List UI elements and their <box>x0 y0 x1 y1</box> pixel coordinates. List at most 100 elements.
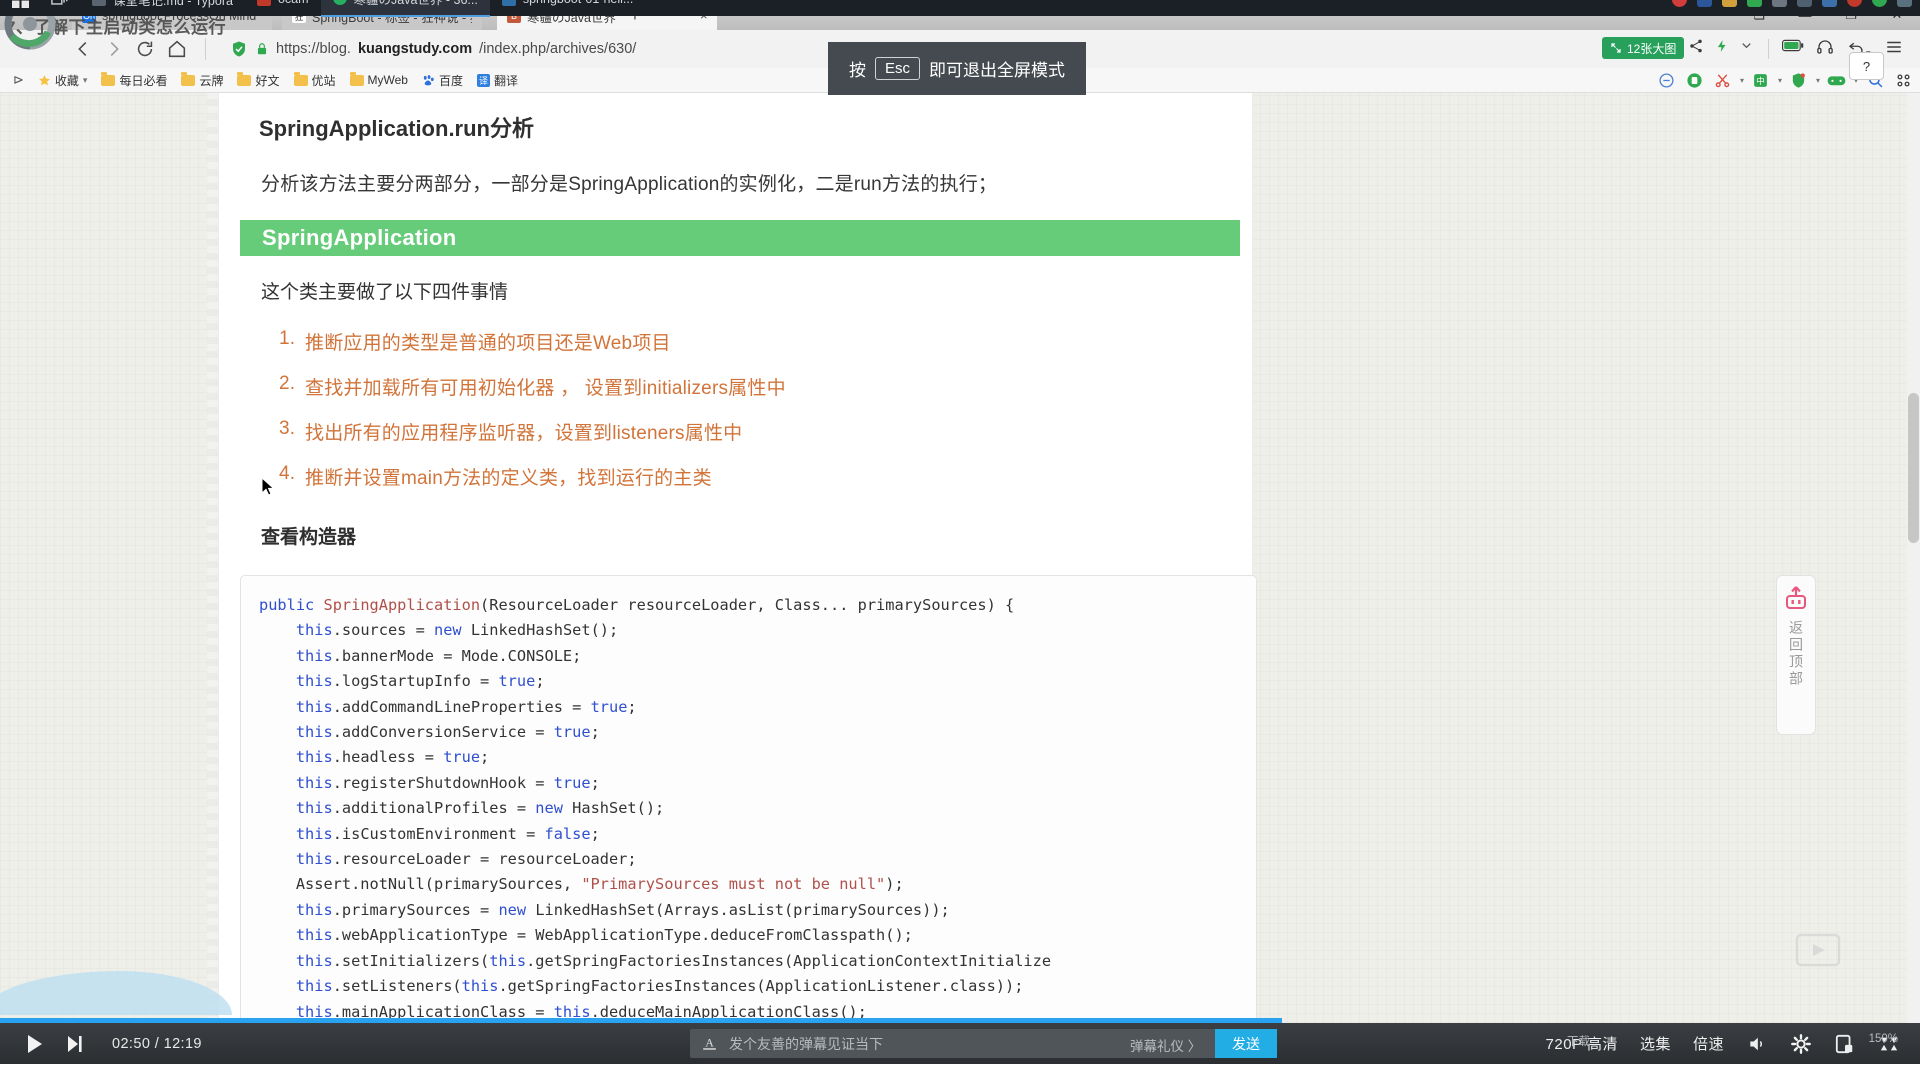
back-to-top-button[interactable]: 返回顶部 <box>1776 575 1816 735</box>
bilibili-up-arrow-icon <box>1784 586 1808 612</box>
game-icon[interactable] <box>1826 70 1848 91</box>
bookmark-item-haowen[interactable]: 好文 <box>230 70 286 91</box>
battery-icon[interactable] <box>1782 38 1804 53</box>
grid-apps-icon[interactable] <box>1892 70 1914 91</box>
capture-pages-button[interactable]: 12张大图 <box>1602 37 1684 59</box>
section-banner: SpringApplication <box>240 220 1240 256</box>
widescreen-icon[interactable] <box>1834 1034 1856 1054</box>
word-icon[interactable] <box>1697 0 1712 7</box>
folder-icon <box>294 75 308 86</box>
section-banner-label: SpringApplication <box>240 225 457 251</box>
hamburger-menu-icon[interactable] <box>1884 38 1904 56</box>
task-view-icon[interactable] <box>40 0 80 16</box>
idea-icon <box>502 0 516 6</box>
pdf-icon[interactable] <box>1847 0 1862 7</box>
minus-circle-icon[interactable] <box>1656 70 1678 91</box>
shield-green-icon[interactable] <box>1684 70 1706 91</box>
gear-icon[interactable] <box>1790 1033 1812 1055</box>
list-item: 查找并加载所有可用初始化器 ， 设置到initializers属性中 <box>279 373 1252 418</box>
home-icon[interactable] <box>166 38 188 60</box>
episode-list-button[interactable]: 选集 <box>1640 1033 1671 1054</box>
bookmark-item-yunpai[interactable]: 云牌 <box>174 70 230 91</box>
taskbar-item-browser[interactable]: 寒疆のJava世界 - 36... <box>321 0 490 17</box>
feature-list: 推断应用的类型是普通的项目还是Web项目 查找并加载所有可用初始化器 ， 设置到… <box>219 328 1252 508</box>
lightning-icon[interactable] <box>1715 38 1729 54</box>
windows-taskbar: 课堂笔记.md - Typora ocam 寒疆のJava世界 - 36... … <box>0 0 1920 16</box>
ime-icon[interactable] <box>1822 0 1837 7</box>
bookmark-item-daily[interactable]: 每日必看 <box>94 70 174 91</box>
scrollbar-thumb[interactable] <box>1908 393 1919 543</box>
url-prefix: https://blog. <box>276 41 351 57</box>
back-icon[interactable] <box>72 38 94 60</box>
chevron-up-icon[interactable]: ⌃ <box>1654 0 1662 5</box>
headphone-icon[interactable] <box>1816 38 1834 56</box>
taskbar-item-label: springboot-01-hell... <box>523 0 633 6</box>
snip-icon[interactable] <box>1722 0 1737 7</box>
video-player-controls: 02:50 / 12:19 A 发个友善的弹幕见证当下 弹幕礼仪 〉 发送 72… <box>0 1023 1920 1064</box>
volume-icon[interactable] <box>1772 0 1787 7</box>
list-item: 推断并设置main方法的定义类，找到运行的主类 <box>279 463 1252 508</box>
browser-window: On springboot ProcessOn Mind 狂 SpringBoo… <box>0 0 1920 1080</box>
bookmark-label: 优站 <box>312 72 336 89</box>
danmaku-etiquette-link[interactable]: 弹幕礼仪 〉 <box>1130 1035 1201 1055</box>
reload-icon[interactable] <box>134 38 156 60</box>
opera-icon[interactable] <box>1672 0 1687 7</box>
svg-text:A: A <box>705 1036 714 1050</box>
play-button[interactable] <box>22 1031 48 1057</box>
vertical-scrollbar[interactable] <box>1907 93 1920 1023</box>
clock-green-icon[interactable] <box>1872 0 1887 7</box>
zoom-level-label: 150% <box>1869 1033 1898 1045</box>
url-host: kuangstudy.com <box>358 41 472 57</box>
page-side-stripe <box>207 93 219 1023</box>
bookmark-apps-button[interactable]: ⊳ <box>6 70 31 91</box>
taskbar-item-typora[interactable]: 课堂笔记.md - Typora <box>80 0 245 16</box>
scissors-icon[interactable] <box>1712 70 1734 91</box>
next-episode-button[interactable] <box>62 1031 88 1057</box>
forward-icon[interactable] <box>103 38 125 60</box>
bookmark-item-favorites[interactable]: 收藏 ▾ <box>31 70 95 91</box>
bookmark-item-myweb[interactable]: MyWeb <box>343 70 415 91</box>
translate-icon: 译 <box>477 74 490 87</box>
danmaku-input[interactable]: 发个友善的弹幕见证当下 <box>729 1034 883 1054</box>
bookmark-item-translate[interactable]: 译 翻译 <box>470 70 525 91</box>
chevron-down-icon[interactable]: ▾ <box>1816 76 1820 85</box>
player-time-display: 02:50 / 12:19 <box>112 1036 202 1052</box>
picture-in-picture-icon[interactable] <box>1794 930 1842 970</box>
address-bar[interactable]: https://blog.kuangstudy.com/index.php/ar… <box>230 36 636 62</box>
code-block: public SpringApplication(ResourceLoader … <box>240 575 1257 1023</box>
weather-icon[interactable] <box>1897 0 1912 7</box>
help-badge[interactable]: ? <box>1849 52 1884 80</box>
guard-icon[interactable] <box>1788 70 1810 91</box>
taskbar-item-idea[interactable]: springboot-01-hell... <box>490 0 645 16</box>
taskbar-item-label: ocam <box>278 0 309 6</box>
playback-speed-button[interactable]: 倍速 <box>1693 1033 1724 1054</box>
send-danmaku-button[interactable]: 发送 <box>1215 1029 1277 1058</box>
bookmark-item-youzhan[interactable]: 优站 <box>287 70 343 91</box>
taskbar-item-ocam[interactable]: ocam <box>245 0 321 16</box>
list-item: 推断应用的类型是普通的项目还是Web项目 <box>279 328 1252 373</box>
system-tray: ⌃ <box>1654 0 1912 16</box>
chevron-down-icon[interactable]: ▾ <box>1778 76 1782 85</box>
ocam-icon <box>257 0 271 6</box>
volume-icon[interactable] <box>1746 1034 1768 1054</box>
save-page-icon[interactable]: 中 <box>1750 70 1772 91</box>
display-icon[interactable] <box>1797 0 1812 7</box>
folder-icon <box>101 75 115 86</box>
folder-icon <box>237 75 251 86</box>
chevron-down-icon[interactable] <box>1739 38 1754 53</box>
chevron-down-icon[interactable]: ▾ <box>1740 76 1744 85</box>
taskbar-item-label: 寒疆のJava世界 - 36... <box>354 0 478 8</box>
windows-start-icon[interactable] <box>0 0 40 16</box>
folder-icon <box>181 75 195 86</box>
bookmark-label: 每日必看 <box>119 72 167 89</box>
page-title: SpringApplication.run分析 <box>219 93 1252 143</box>
shield-icon <box>230 40 248 58</box>
typora-icon <box>92 0 106 6</box>
bookmark-label: 百度 <box>439 72 463 89</box>
bookmark-item-baidu[interactable]: 百度 <box>415 70 470 91</box>
back-to-top-label: 返回顶部 <box>1786 620 1806 688</box>
article-container: SpringApplication.run分析 分析该方法主要分两部分，一部分是… <box>219 93 1252 1023</box>
danmaku-font-icon[interactable]: A <box>700 1034 719 1053</box>
share-icon[interactable] <box>1688 38 1704 54</box>
shield-icon[interactable] <box>1747 0 1762 7</box>
